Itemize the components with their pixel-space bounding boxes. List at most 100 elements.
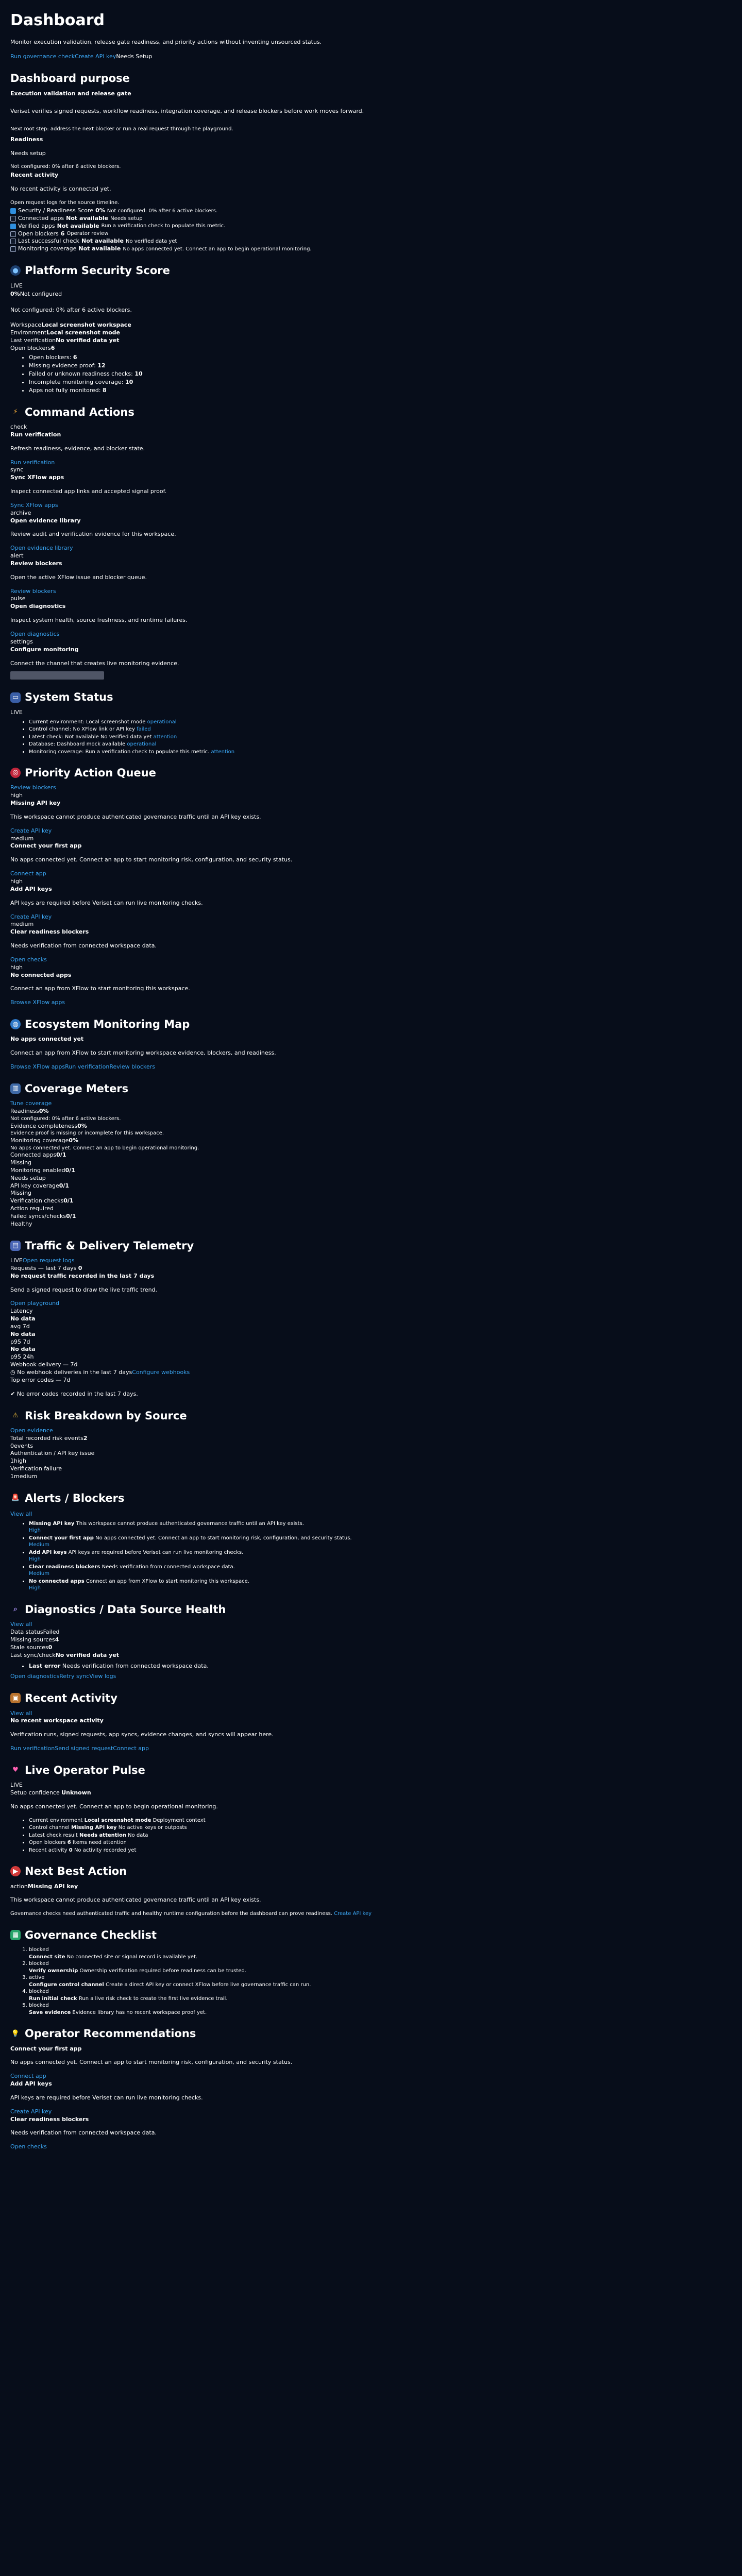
open-diagnostics-link[interactable]: Open diagnostics	[10, 1673, 59, 1680]
sync-xflow-apps-link[interactable]: Sync XFlow apps	[10, 502, 58, 509]
purpose-heading: Execution validation and release gate	[10, 90, 131, 97]
view-logs-link[interactable]: View logs	[89, 1673, 116, 1680]
command-item: check Run verification Refresh readiness…	[10, 423, 145, 466]
alerts-list: Missing API key This workspace cannot pr…	[10, 1520, 732, 1592]
check-item[interactable]: Monitoring coverage Not available No apps …	[10, 245, 732, 253]
coverage-row: Failed syncs/checks0/1 Healthy	[10, 1212, 76, 1227]
browse-xflow-apps-link[interactable]: Browse XFlow apps	[10, 1063, 65, 1070]
check-item[interactable]: Last successful check Not available No ver…	[10, 238, 732, 245]
security-score-title: ● Platform Security Score	[10, 263, 732, 278]
governance-checklist-title: ▦ Governance Checklist	[10, 1928, 732, 1942]
diag-row: Last sync/checkNo verified data yet	[10, 1651, 120, 1658]
recommendation-item: Clear readiness blockers Needs verificat…	[10, 2115, 157, 2150]
view-all-activity-link[interactable]: View all	[10, 1710, 32, 1717]
priority-item: high No connected apps Connect an app fr…	[10, 963, 190, 1006]
latency-stats: Latency No data avg 7d No data p95 7d No…	[10, 1308, 36, 1361]
purpose-title: Dashboard purpose	[10, 72, 130, 85]
check-item[interactable]: Security / Readiness Score 0% Not configur…	[10, 207, 732, 215]
command-actions-title: ⚡ Command Actions	[10, 405, 732, 419]
siren-icon: 🚨	[11, 1494, 20, 1502]
create-api-key-link[interactable]: Create API key	[75, 53, 116, 60]
run-verification-link[interactable]: Run verification	[65, 1063, 109, 1070]
list-item: Open blockers 6 Items need attention	[29, 1839, 732, 1846]
run-verification-link[interactable]: Run verification	[10, 459, 55, 466]
coverage-row: Evidence completeness0% Evidence proof is…	[10, 1122, 164, 1137]
connect-app-link[interactable]: Connect app	[10, 2073, 46, 2079]
review-blockers-link[interactable]: Review blockers	[10, 588, 56, 595]
check-item[interactable]: Open blockers 6 Operator review	[10, 230, 732, 238]
live-badge: LIVE	[10, 708, 23, 716]
list-item[interactable]: Clear readiness blockers Needs verificat…	[29, 1564, 732, 1578]
configure-webhooks-link[interactable]: Configure webhooks	[132, 1369, 190, 1376]
connect-app-link[interactable]: Connect app	[113, 1745, 149, 1752]
readiness-label: Readiness	[10, 135, 43, 143]
create-api-key-link[interactable]: Create API key	[10, 827, 52, 834]
list-item: Latest check: Not available No verified …	[29, 734, 732, 741]
purpose-next-step: Next root step: address the next blocker…	[10, 126, 233, 132]
checkbox-icon	[10, 208, 16, 214]
open-checks-link[interactable]: Open checks	[10, 2143, 47, 2150]
checklist-item: blockedRun initial check Run a live risk…	[29, 1988, 732, 2002]
checklist-item: blockedSave evidence Evidence library ha…	[29, 2002, 732, 2016]
clock-icon: ◷	[10, 1368, 15, 1376]
purpose-check-list: Security / Readiness Score 0% Not configur…	[10, 207, 732, 253]
live-badge: LIVE	[10, 282, 23, 289]
review-blockers-link[interactable]: Review blockers	[109, 1063, 155, 1070]
tune-coverage-link[interactable]: Tune coverage	[10, 1100, 52, 1107]
ecosystem-desc: Connect an app from XFlow to start monit…	[10, 1049, 276, 1057]
priority-item: high Missing API key This workspace cann…	[10, 792, 261, 834]
connect-app-link[interactable]: Connect app	[10, 870, 46, 877]
check-item[interactable]: Verified apps Not available Run a verifica…	[10, 223, 732, 230]
priority-item: high Add API keys API keys are required …	[10, 878, 203, 920]
coverage-row: Monitoring coverage0% No apps connected y…	[10, 1137, 199, 1151]
checklist-item: blockedConnect site No connected site or…	[29, 1946, 732, 1960]
checkbox-icon	[10, 239, 16, 245]
configure-monitoring-button[interactable]	[10, 671, 104, 680]
list-item[interactable]: Connect your first app No apps connected…	[29, 1535, 732, 1549]
readiness-note: Not configured: 0% after 6 active blocke…	[10, 164, 121, 170]
checkbox-icon	[10, 215, 16, 222]
run-governance-check-link[interactable]: Run governance check	[10, 53, 75, 60]
recommendations-title: 💡 Operator Recommendations	[11, 2027, 196, 2040]
checkbox-icon	[10, 223, 16, 229]
live-badge: LIVE	[10, 1782, 23, 1789]
page-title: Dashboard	[10, 11, 105, 29]
score-row: Last verificationNo verified data yet	[10, 336, 120, 344]
open-checks-link[interactable]: Open checks	[10, 956, 47, 963]
create-api-key-link[interactable]: Create API key	[10, 2108, 52, 2115]
open-request-logs-link[interactable]: Open request logs	[23, 1257, 75, 1264]
list-item[interactable]: No connected apps Connect an app from XF…	[29, 1578, 732, 1592]
ecosystem-heading: No apps connected yet	[10, 1036, 84, 1043]
open-evidence-link[interactable]: Open evidence	[10, 1427, 53, 1434]
coverage-row: API key coverage0/1 Missing	[10, 1182, 70, 1197]
list-item[interactable]: Add API keys API keys are required befor…	[29, 1549, 732, 1563]
open-diagnostics-link[interactable]: Open diagnostics	[10, 631, 59, 637]
open-playground-link[interactable]: Open playground	[10, 1300, 59, 1307]
send-signed-request-link[interactable]: Send signed request	[55, 1745, 113, 1752]
command-item: sync Sync XFlow apps Inspect connected a…	[10, 466, 167, 509]
list-item: Current environment Local screenshot mod…	[29, 1817, 732, 1824]
open-evidence-library-link[interactable]: Open evidence library	[10, 545, 73, 551]
ecosystem-title: ◍ Ecosystem Monitoring Map	[10, 1017, 732, 1031]
review-blockers-link[interactable]: Review blockers	[10, 784, 56, 791]
list-item[interactable]: Missing API key This workspace cannot pr…	[29, 1520, 732, 1534]
list-item: Monitoring coverage: Run a verification …	[29, 749, 732, 756]
create-api-key-link[interactable]: Create API key	[334, 1911, 372, 1917]
priority-item: medium Clear readiness blockers Needs ve…	[10, 921, 157, 963]
list-item: Open blockers: 6	[29, 354, 732, 362]
live-badge: LIVE	[10, 1257, 23, 1264]
coverage-row: Monitoring enabled0/1 Needs setup	[10, 1166, 75, 1181]
retry-sync-link[interactable]: Retry sync	[59, 1673, 89, 1680]
check-item[interactable]: Connected apps Not available Needs setup	[10, 215, 732, 223]
run-verification-link[interactable]: Run verification	[10, 1745, 55, 1752]
globe-icon: ◍	[10, 1019, 21, 1030]
system-status-list: Current environment: Local screenshot mo…	[10, 719, 732, 756]
view-all-diagnostics-link[interactable]: View all	[10, 1621, 32, 1628]
create-api-key-link[interactable]: Create API key	[10, 913, 52, 920]
risk-row: 1high	[10, 1458, 26, 1465]
purpose-body: Veriset verifies signed requests, workfl…	[10, 108, 364, 115]
view-all-alerts-link[interactable]: View all	[10, 1511, 32, 1517]
browse-xflow-apps-link[interactable]: Browse XFlow apps	[10, 999, 65, 1006]
score-row: WorkspaceLocal screenshot workspace	[10, 321, 131, 329]
coverage-row: Verification checks0/1 Action required	[10, 1197, 74, 1212]
